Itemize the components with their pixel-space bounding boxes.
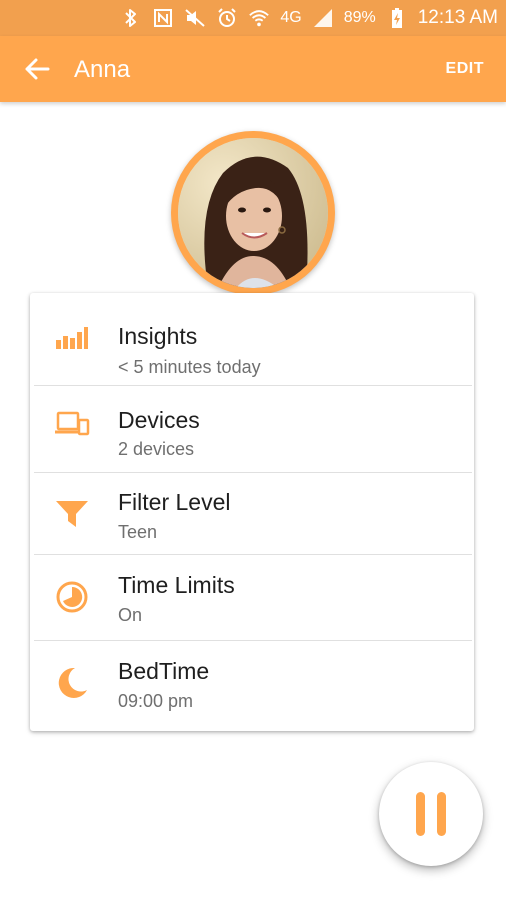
list-item-subtitle: On xyxy=(118,605,143,625)
list-item-insights[interactable]: Insights < 5 minutes today xyxy=(30,293,474,385)
wifi-icon xyxy=(248,7,270,29)
back-button[interactable] xyxy=(22,54,52,84)
profile-photo xyxy=(178,138,328,288)
network-type: 4G xyxy=(280,9,302,26)
moon-icon xyxy=(54,665,90,701)
list-item-title: Devices xyxy=(118,407,200,433)
list-item-title: Time Limits xyxy=(118,572,235,598)
list-item-title: BedTime xyxy=(118,658,210,684)
mute-icon xyxy=(184,7,206,29)
list-item-subtitle: 09:00 pm xyxy=(118,691,194,711)
list-item-title: Filter Level xyxy=(118,489,231,515)
settings-card: Insights < 5 minutes today Devices 2 dev… xyxy=(30,293,474,731)
nfc-icon xyxy=(152,7,174,29)
devices-icon xyxy=(54,406,90,442)
edit-button[interactable]: EDIT xyxy=(446,60,484,78)
pause-button[interactable] xyxy=(379,762,483,866)
page-title: Anna xyxy=(74,56,131,83)
list-item-devices[interactable]: Devices 2 devices xyxy=(30,386,474,472)
list-item-time-limits[interactable]: Time Limits On xyxy=(30,555,474,640)
battery-percent: 89% xyxy=(343,9,376,26)
clock-icon xyxy=(54,579,90,615)
list-item-subtitle: Teen xyxy=(118,522,158,542)
bar-chart-icon xyxy=(54,319,90,355)
list-item-filter-level[interactable]: Filter Level Teen xyxy=(30,473,474,554)
avatar[interactable] xyxy=(171,131,335,295)
pause-icon xyxy=(437,792,446,836)
clock-time: 12:13 AM xyxy=(417,7,498,28)
app-bar: Anna EDIT xyxy=(0,36,506,102)
bluetooth-icon xyxy=(120,7,142,29)
list-item-bedtime[interactable]: BedTime 09:00 pm xyxy=(30,641,474,731)
alarm-icon xyxy=(216,7,238,29)
battery-charging-icon xyxy=(386,7,408,29)
list-item-subtitle: 2 devices xyxy=(118,439,195,459)
arrow-left-icon xyxy=(25,58,50,80)
pause-icon xyxy=(416,792,425,836)
status-bar: 4G 89% 12:13 AM xyxy=(0,0,506,36)
signal-icon xyxy=(312,7,334,29)
list-item-subtitle: < 5 minutes today xyxy=(118,357,261,377)
filter-icon xyxy=(54,496,90,532)
list-item-title: Insights xyxy=(118,323,198,349)
